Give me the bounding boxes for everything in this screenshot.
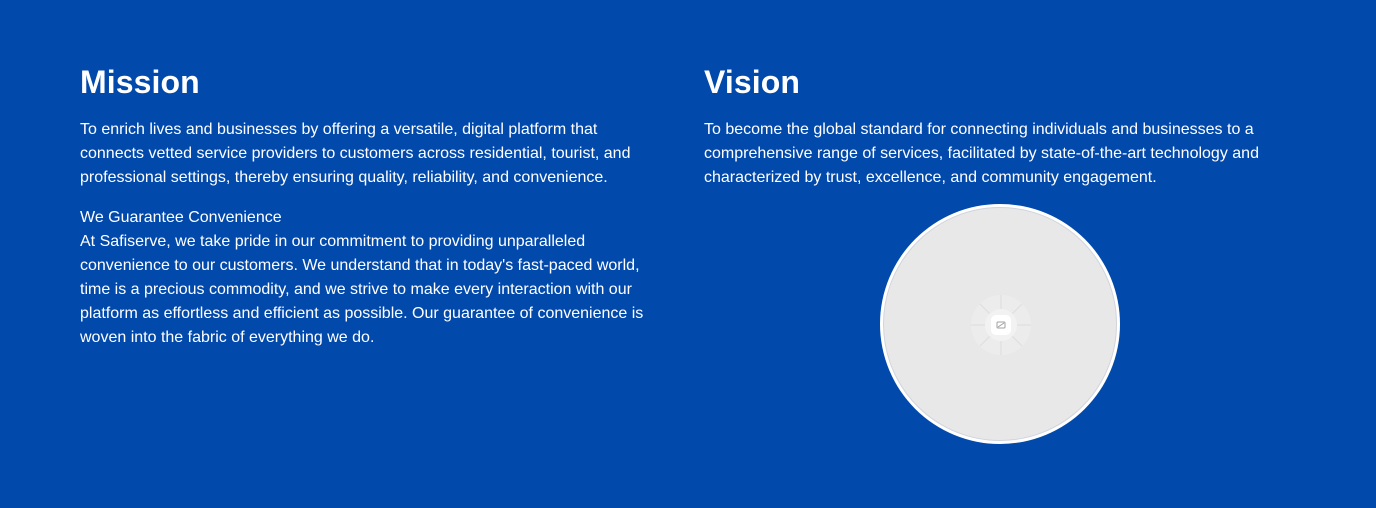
- mission-vision-section: Mission To enrich lives and businesses b…: [0, 0, 1376, 508]
- mission-column: Mission To enrich lives and businesses b…: [80, 62, 665, 350]
- guarantee-text: At Safiserve, we take pride in our commi…: [80, 233, 644, 346]
- vision-title: Vision: [704, 64, 801, 100]
- vision-column: Vision To become the global standard for…: [704, 62, 1304, 190]
- guarantee-block: We Guarantee Convenience At Safiserve, w…: [80, 206, 665, 350]
- mission-text: To enrich lives and businesses by offeri…: [80, 121, 631, 186]
- guarantee-heading: We Guarantee Convenience: [80, 209, 282, 226]
- vision-image-placeholder: [883, 207, 1117, 441]
- vision-image-frame: [880, 204, 1120, 444]
- vision-text: To become the global standard for connec…: [704, 121, 1259, 186]
- mission-title: Mission: [80, 64, 200, 100]
- image-placeholder-icon: [971, 295, 1031, 355]
